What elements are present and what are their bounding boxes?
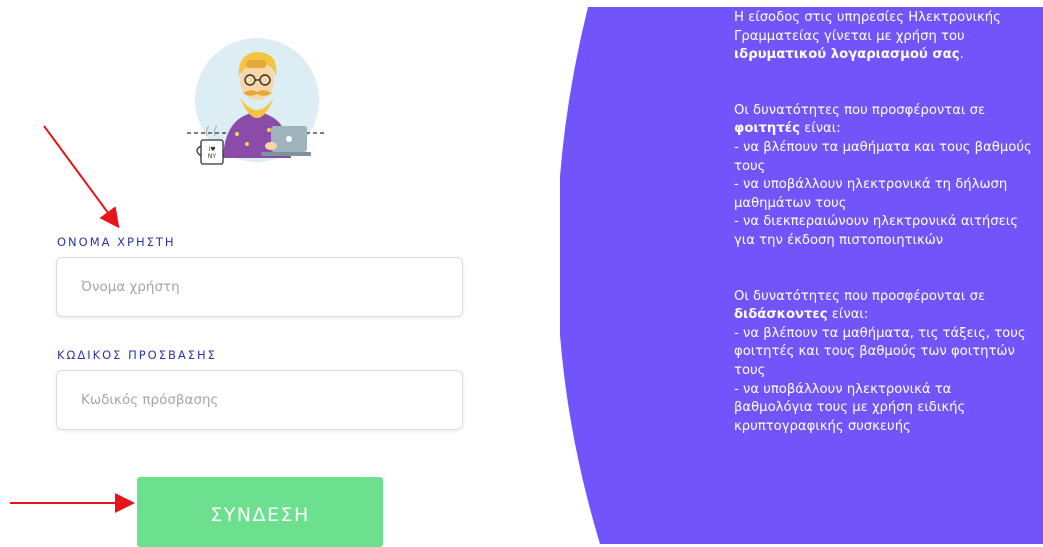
svg-text:NY: NY [208,153,216,160]
students-heading: Οι δυνατότητες που προσφέρονται σε φοιτη… [734,102,986,137]
arrow-to-username-label [43,125,120,229]
username-label: ΟΝΟΜΑ ΧΡΗΣΤΗ [57,235,176,249]
login-button[interactable]: ΣΥΝΔΕΣΗ [137,477,383,547]
password-field[interactable] [56,370,463,430]
students-item: - να υποβάλλουν ηλεκτρονικά τη δήλωση μα… [734,177,1008,211]
username-input[interactable] [79,278,440,296]
teachers-heading: Οι δυνατότητες που προσφέρονται σε διδάσ… [734,288,986,323]
username-field[interactable] [56,257,463,317]
info-text: Η είσοδος στις υπηρεσίες Ηλεκτρονικής Γρ… [734,9,1034,436]
students-item: - να διεκπεραιώνουν ηλεκτρονικά αιτήσεις… [734,214,1018,248]
teachers-item: - να βλέπουν τα μαθήματα, τις τάξεις, το… [734,325,1026,378]
svg-text:I♥: I♥ [208,146,215,153]
password-label: ΚΩΔΙΚΟΣ ΠΡΟΣΒΑΣΗΣ [57,348,217,362]
intro-paragraph: Η είσοδος στις υπηρεσίες Ηλεκτρονικής Γρ… [734,10,1001,63]
password-input[interactable] [79,391,440,409]
students-item: - να βλέπουν τα μαθήματα και τους βαθμού… [734,139,1032,174]
teachers-item: - να υποβάλλουν ηλεκτρονικά τα βαθμολόγι… [734,381,966,434]
user-avatar-illustration: I♥ NY [185,38,335,168]
login-panel: I♥ NY ΟΝΟΜΑ ΧΡΗΣΤΗ ΚΩΔΙΚΟΣ ΠΡΟΣΒΑΣΗΣ ΣΥΝ… [0,0,600,547]
